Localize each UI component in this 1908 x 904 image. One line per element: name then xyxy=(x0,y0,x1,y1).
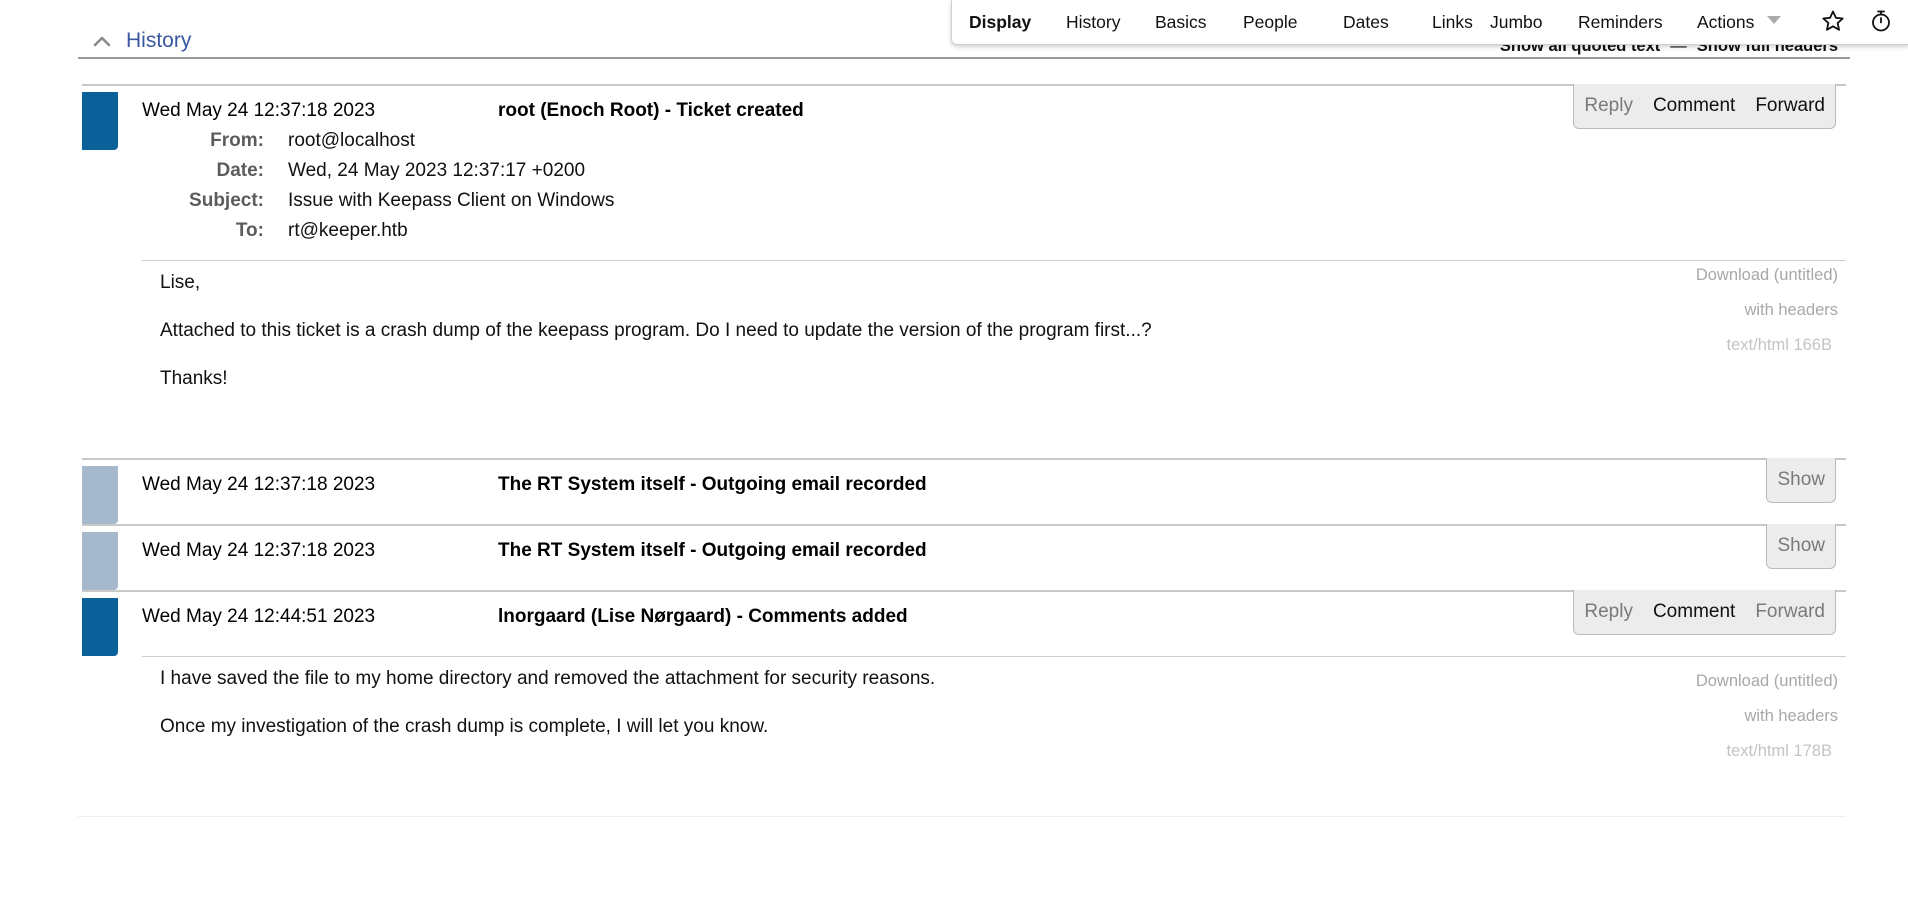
transaction-description: The RT System itself - Outgoing email re… xyxy=(498,540,927,561)
transaction-actions: Reply Comment Forward xyxy=(1573,84,1836,129)
header-from: From: root@localhost xyxy=(142,130,842,156)
transaction-comments-added: Wed May 24 12:44:51 2023 lnorgaard (Lise… xyxy=(82,590,1846,810)
menu-jumbo[interactable]: Jumbo xyxy=(1490,0,1543,44)
message-paragraph: Once my investigation of the crash dump … xyxy=(160,716,769,737)
comment-button[interactable]: Comment xyxy=(1643,84,1745,128)
message-paragraph: Attached to this ticket is a crash dump … xyxy=(160,320,1152,341)
comment-button[interactable]: Comment xyxy=(1643,590,1745,634)
history-divider xyxy=(78,57,1850,59)
transaction-divider xyxy=(82,458,1846,460)
attachment-meta: text/html 178B xyxy=(1726,742,1832,760)
download-link[interactable]: Download (untitled) xyxy=(1696,266,1838,285)
stopwatch-icon[interactable] xyxy=(1869,9,1893,38)
transaction-description: The RT System itself - Outgoing email re… xyxy=(498,474,927,495)
transaction-date: Wed May 24 12:37:18 2023 xyxy=(142,474,376,495)
reply-button[interactable]: Reply xyxy=(1574,590,1643,634)
transaction-flag xyxy=(82,532,118,590)
history-end-divider xyxy=(78,816,1846,817)
menu-display[interactable]: Display xyxy=(969,0,1031,44)
attachment-meta: text/html 166B xyxy=(1726,336,1832,354)
message-divider xyxy=(142,260,1846,261)
transaction-description: root (Enoch Root) - Ticket created xyxy=(498,100,804,121)
menu-reminders[interactable]: Reminders xyxy=(1578,0,1663,44)
header-value: Issue with Keepass Client on Windows xyxy=(288,190,615,211)
star-icon[interactable] xyxy=(1821,9,1845,38)
chevron-down-icon[interactable] xyxy=(1767,16,1781,24)
header-value: Wed, 24 May 2023 12:37:17 +0200 xyxy=(288,160,586,181)
with-headers-link[interactable]: with headers xyxy=(1744,301,1838,320)
page-menu: Display History Basics People Dates Link… xyxy=(951,0,1908,45)
transaction-ticket-created: Wed May 24 12:37:18 2023 root (Enoch Roo… xyxy=(82,84,1846,462)
header-subject: Subject: Issue with Keepass Client on Wi… xyxy=(142,190,842,216)
show-button[interactable]: Show xyxy=(1767,458,1835,502)
header-label: Subject: xyxy=(189,190,264,211)
header-label: From: xyxy=(210,130,264,151)
transaction-date: Wed May 24 12:37:18 2023 xyxy=(142,100,376,121)
show-button[interactable]: Show xyxy=(1767,524,1835,568)
download-link[interactable]: Download (untitled) xyxy=(1696,672,1838,691)
header-value: root@localhost xyxy=(288,130,416,151)
header-label: To: xyxy=(235,220,264,241)
reply-button[interactable]: Reply xyxy=(1574,84,1643,128)
transaction-actions: Show xyxy=(1766,524,1836,569)
transaction-flag xyxy=(82,92,118,150)
header-label: Date: xyxy=(216,160,264,181)
transaction-flag xyxy=(82,598,118,656)
menu-history[interactable]: History xyxy=(1066,0,1120,44)
transaction-description: lnorgaard (Lise Nørgaard) - Comments add… xyxy=(498,606,908,627)
header-value: rt@keeper.htb xyxy=(288,220,408,241)
menu-dates[interactable]: Dates xyxy=(1343,0,1389,44)
transaction-actions: Reply Comment Forward xyxy=(1573,590,1836,635)
transaction-outgoing-email: Wed May 24 12:37:18 2023 The RT System i… xyxy=(82,524,1846,590)
history-title[interactable]: History xyxy=(126,29,191,53)
header-to: To: rt@keeper.htb xyxy=(142,220,842,246)
transaction-date: Wed May 24 12:37:18 2023 xyxy=(142,540,376,561)
forward-button[interactable]: Forward xyxy=(1745,84,1835,128)
transaction-outgoing-email: Wed May 24 12:37:18 2023 The RT System i… xyxy=(82,458,1846,524)
menu-actions[interactable]: Actions xyxy=(1697,0,1754,44)
transaction-divider xyxy=(82,524,1846,526)
forward-button[interactable]: Forward xyxy=(1745,590,1835,634)
menu-links[interactable]: Links xyxy=(1432,0,1473,44)
with-headers-link[interactable]: with headers xyxy=(1744,707,1838,726)
menu-basics[interactable]: Basics xyxy=(1155,0,1207,44)
chevron-up-icon[interactable] xyxy=(92,34,112,53)
message-paragraph: I have saved the file to my home directo… xyxy=(160,668,936,689)
header-date: Date: Wed, 24 May 2023 12:37:17 +0200 xyxy=(142,160,842,186)
transaction-flag xyxy=(82,466,118,524)
transaction-date: Wed May 24 12:44:51 2023 xyxy=(142,606,376,627)
message-divider xyxy=(142,656,1846,657)
transaction-actions: Show xyxy=(1766,458,1836,503)
menu-people[interactable]: People xyxy=(1243,0,1298,44)
message-paragraph: Lise, xyxy=(160,272,201,293)
message-paragraph: Thanks! xyxy=(160,368,228,389)
